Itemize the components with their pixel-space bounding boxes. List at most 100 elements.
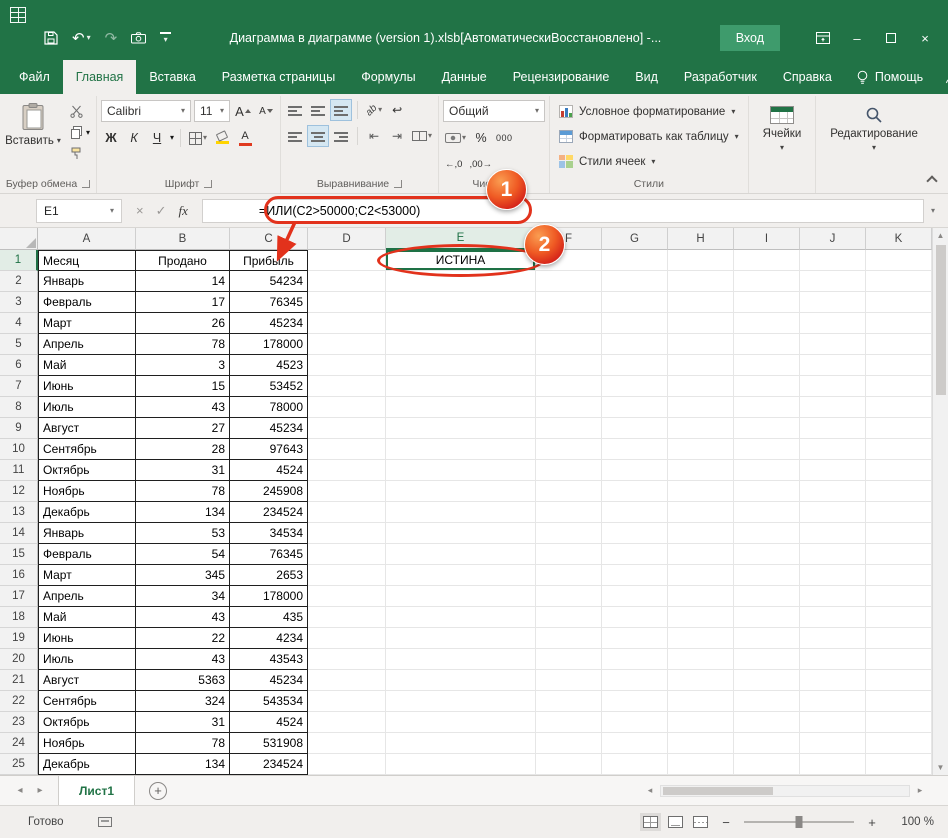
italic-button[interactable]: К xyxy=(124,128,144,148)
cell-F22[interactable] xyxy=(536,691,602,712)
cell-K9[interactable] xyxy=(866,418,932,439)
cell-H15[interactable] xyxy=(668,544,734,565)
cell-D18[interactable] xyxy=(308,607,386,628)
name-box[interactable]: E1▾ xyxy=(36,199,122,223)
cell-G12[interactable] xyxy=(602,481,668,502)
cell-F8[interactable] xyxy=(536,397,602,418)
cell-J7[interactable] xyxy=(800,376,866,397)
cell-I7[interactable] xyxy=(734,376,800,397)
row-header-7[interactable]: 7 xyxy=(0,376,38,397)
cell-J12[interactable] xyxy=(800,481,866,502)
cell-E22[interactable] xyxy=(386,691,536,712)
cell-I2[interactable] xyxy=(734,271,800,292)
cell-B18[interactable]: 43 xyxy=(136,607,230,628)
cell-I21[interactable] xyxy=(734,670,800,691)
align-top-button[interactable] xyxy=(285,100,305,120)
horizontal-scroll-track[interactable] xyxy=(660,785,910,797)
cell-A17[interactable]: Апрель xyxy=(38,586,136,607)
cell-E20[interactable] xyxy=(386,649,536,670)
cell-A13[interactable]: Декабрь xyxy=(38,502,136,523)
cell-I25[interactable] xyxy=(734,754,800,775)
column-header-F[interactable]: F xyxy=(536,228,602,250)
cell-E12[interactable] xyxy=(386,481,536,502)
cell-H4[interactable] xyxy=(668,313,734,334)
scroll-down-button[interactable]: ▼ xyxy=(937,763,945,772)
cell-C24[interactable]: 531908 xyxy=(230,733,308,754)
cell-H8[interactable] xyxy=(668,397,734,418)
cell-C23[interactable]: 4524 xyxy=(230,712,308,733)
cell-A9[interactable]: Август xyxy=(38,418,136,439)
cell-I17[interactable] xyxy=(734,586,800,607)
row-header-13[interactable]: 13 xyxy=(0,502,38,523)
row-header-1[interactable]: 1 xyxy=(0,250,38,271)
cell-F10[interactable] xyxy=(536,439,602,460)
scroll-right-button[interactable]: ▸ xyxy=(912,785,928,796)
page-layout-view-button[interactable] xyxy=(668,816,683,828)
cell-C20[interactable]: 43543 xyxy=(230,649,308,670)
ribbon-tab[interactable]: Разметка страницы xyxy=(209,60,348,94)
cell-A5[interactable]: Апрель xyxy=(38,334,136,355)
cell-F25[interactable] xyxy=(536,754,602,775)
column-header-E[interactable]: E xyxy=(386,228,536,250)
cell-C15[interactable]: 76345 xyxy=(230,544,308,565)
cell-D13[interactable] xyxy=(308,502,386,523)
cell-H6[interactable] xyxy=(668,355,734,376)
cell-F5[interactable] xyxy=(536,334,602,355)
column-header-D[interactable]: D xyxy=(308,228,386,250)
cell-B24[interactable]: 78 xyxy=(136,733,230,754)
cell-J16[interactable] xyxy=(800,565,866,586)
cell-K5[interactable] xyxy=(866,334,932,355)
cell-G13[interactable] xyxy=(602,502,668,523)
cell-G4[interactable] xyxy=(602,313,668,334)
customize-quick-access-button[interactable]: ▾ xyxy=(160,32,171,44)
cell-D16[interactable] xyxy=(308,565,386,586)
column-header-J[interactable]: J xyxy=(800,228,866,250)
scroll-left-button[interactable]: ◂ xyxy=(642,785,658,796)
ribbon-tab[interactable]: Справка xyxy=(770,60,845,94)
paste-button[interactable]: Вставить▾ xyxy=(4,100,62,147)
enter-entry-button[interactable]: ✓ xyxy=(156,203,167,219)
cell-G23[interactable] xyxy=(602,712,668,733)
cell-D6[interactable] xyxy=(308,355,386,376)
normal-view-button[interactable] xyxy=(643,816,658,828)
cell-B6[interactable]: 3 xyxy=(136,355,230,376)
cell-D9[interactable] xyxy=(308,418,386,439)
number-dialog-launcher-icon[interactable] xyxy=(508,180,516,188)
zoom-out-button[interactable]: − xyxy=(718,815,734,830)
cut-button[interactable] xyxy=(70,105,90,118)
column-header-K[interactable]: K xyxy=(866,228,932,250)
cell-J19[interactable] xyxy=(800,628,866,649)
cell-I20[interactable] xyxy=(734,649,800,670)
cell-H5[interactable] xyxy=(668,334,734,355)
cancel-entry-button[interactable]: × xyxy=(136,203,144,218)
cell-I19[interactable] xyxy=(734,628,800,649)
vertical-scroll-thumb[interactable] xyxy=(936,245,946,395)
undo-button[interactable]: ↶▾ xyxy=(72,31,91,46)
cell-K25[interactable] xyxy=(866,754,932,775)
cell-D3[interactable] xyxy=(308,292,386,313)
cell-K23[interactable] xyxy=(866,712,932,733)
cell-B14[interactable]: 53 xyxy=(136,523,230,544)
row-header-11[interactable]: 11 xyxy=(0,460,38,481)
increase-indent-button[interactable]: ⇥ xyxy=(387,126,407,146)
cell-B2[interactable]: 14 xyxy=(136,271,230,292)
row-header-5[interactable]: 5 xyxy=(0,334,38,355)
cell-G3[interactable] xyxy=(602,292,668,313)
cell-I12[interactable] xyxy=(734,481,800,502)
cell-H1[interactable] xyxy=(668,250,734,271)
cell-K10[interactable] xyxy=(866,439,932,460)
cell-A12[interactable]: Ноябрь xyxy=(38,481,136,502)
cell-J1[interactable] xyxy=(800,250,866,271)
cell-K7[interactable] xyxy=(866,376,932,397)
ribbon-tab[interactable]: Вид xyxy=(622,60,671,94)
decrease-font-size-button[interactable]: А xyxy=(256,101,276,121)
alignment-dialog-launcher-icon[interactable] xyxy=(394,180,402,188)
horizontal-scroll-thumb[interactable] xyxy=(663,787,773,795)
row-header-19[interactable]: 19 xyxy=(0,628,38,649)
cell-F18[interactable] xyxy=(536,607,602,628)
cell-H7[interactable] xyxy=(668,376,734,397)
cell-C2[interactable]: 54234 xyxy=(230,271,308,292)
cell-A18[interactable]: Май xyxy=(38,607,136,628)
cell-D2[interactable] xyxy=(308,271,386,292)
cell-D1[interactable] xyxy=(308,250,386,271)
